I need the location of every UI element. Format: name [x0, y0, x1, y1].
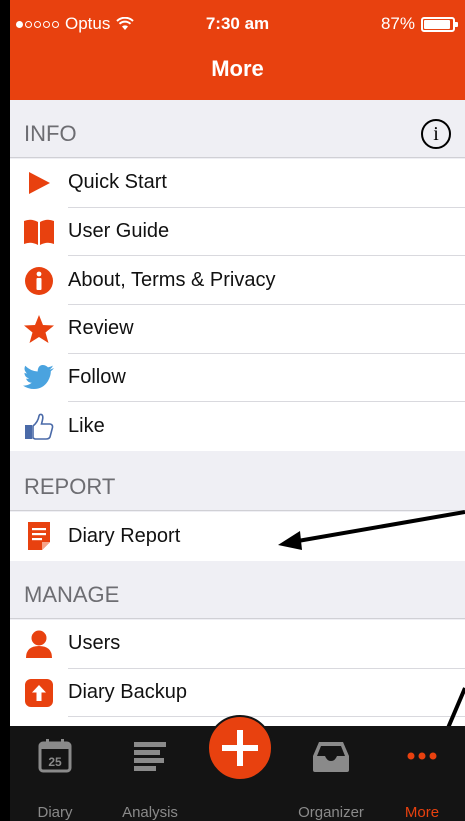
section-header-info: INFO i	[10, 100, 465, 158]
twitter-bird-icon	[10, 365, 68, 391]
tab-label-organizer: Organizer	[298, 804, 364, 821]
list-item-quick-start[interactable]: Quick Start	[10, 159, 465, 208]
list-item-label: About, Terms & Privacy	[68, 256, 465, 306]
list-item-diary-backup[interactable]: Diary Backup	[10, 669, 465, 718]
more-dots-icon	[407, 752, 437, 760]
list-item-follow[interactable]: Follow	[10, 354, 465, 403]
list-item-label: User Guide	[68, 208, 465, 257]
tab-label-analysis: Analysis	[122, 804, 178, 821]
tab-label-more: More	[404, 804, 440, 821]
thumbs-up-icon	[10, 413, 68, 441]
add-entry-button[interactable]	[207, 715, 273, 781]
analysis-lines-icon	[134, 742, 166, 771]
section-title-manage: MANAGE	[24, 582, 120, 607]
section-title-info: INFO	[24, 121, 77, 146]
user-icon	[10, 629, 68, 659]
backup-icon	[10, 678, 68, 708]
book-icon	[10, 218, 68, 246]
tab-organizer[interactable]: Organizer	[286, 726, 376, 821]
info-icon-button[interactable]: i	[421, 119, 451, 149]
section-title-report: REPORT	[24, 474, 116, 499]
status-bar: Optus 7:30 am 87%	[10, 0, 465, 46]
tab-analysis[interactable]: Analysis	[110, 726, 190, 821]
list-item-like[interactable]: Like	[10, 402, 465, 451]
top-bar: Optus 7:30 am 87% More	[10, 0, 465, 100]
report-icon	[10, 521, 68, 551]
tab-diary[interactable]: 25 Diary	[24, 726, 86, 821]
page-title: More	[211, 56, 264, 81]
tab-label-diary: Diary	[37, 804, 73, 821]
list-item-label: Users	[68, 620, 465, 669]
play-icon	[10, 170, 68, 196]
battery-icon	[421, 16, 458, 32]
list-item-label: Quick Start	[68, 159, 465, 208]
calendar-day-number: 25	[48, 755, 62, 769]
list-item-label: Review	[68, 305, 465, 354]
list-item-label: Follow	[68, 354, 465, 403]
list-item-label: Diary Backup	[68, 669, 465, 718]
section-header-report: REPORT	[10, 453, 465, 511]
info-list: Quick Start User Guide About, Terms & Pr…	[10, 159, 465, 452]
list-item-label: Diary Report	[68, 524, 181, 547]
list-item-label: Like	[68, 415, 105, 438]
tab-more[interactable]: More	[392, 726, 452, 821]
info-icon	[10, 266, 68, 296]
inbox-tray-icon	[313, 742, 349, 772]
battery-percent: 87%	[380, 14, 415, 33]
calendar-day-icon: 25	[38, 739, 72, 773]
section-header-manage: MANAGE	[10, 561, 465, 619]
list-item-about[interactable]: About, Terms & Privacy	[10, 256, 465, 306]
star-icon	[10, 314, 68, 344]
list-item-user-guide[interactable]: User Guide	[10, 208, 465, 257]
list-item-users[interactable]: Users	[10, 620, 465, 669]
report-list: Diary Report	[10, 512, 465, 561]
list-item-diary-report[interactable]: Diary Report	[10, 512, 465, 561]
screen: Optus 7:30 am 87% More INFO i Quick Star…	[10, 0, 465, 821]
phone: Optus 7:30 am 87% More INFO i Quick Star…	[0, 0, 465, 821]
list-item-review[interactable]: Review	[10, 305, 465, 354]
battery-info: 87%	[380, 14, 458, 34]
